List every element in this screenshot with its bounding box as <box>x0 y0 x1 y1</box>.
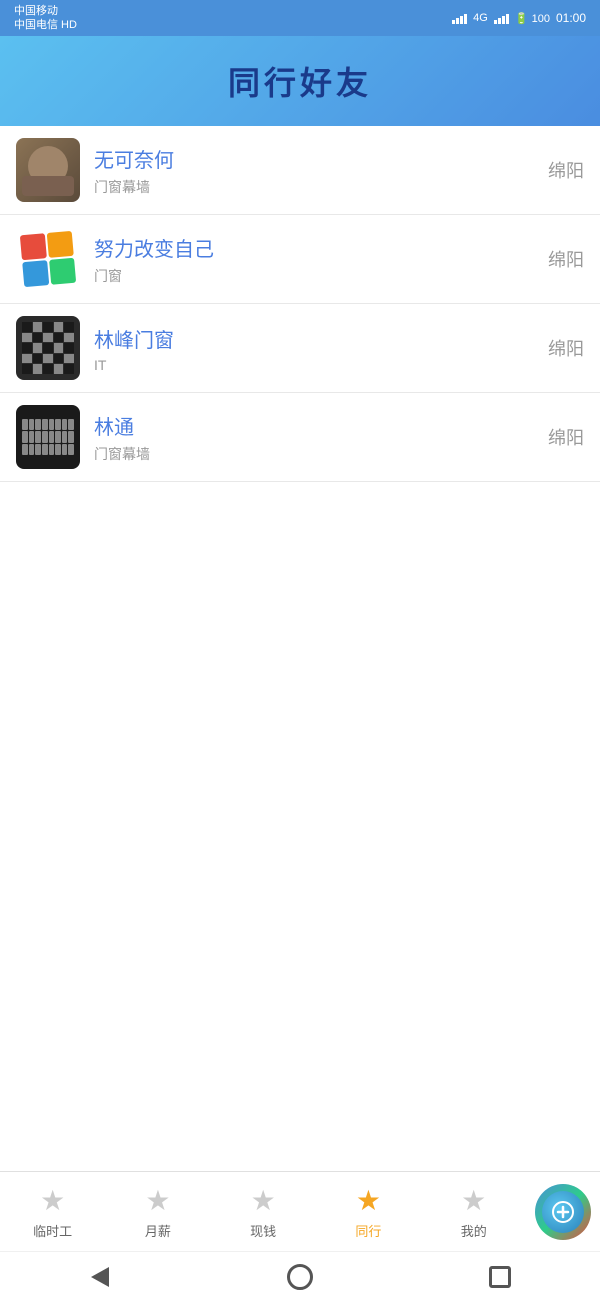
friend-tag: 门窗 <box>94 266 548 286</box>
avatar <box>16 405 80 469</box>
nav-label: 临时工 <box>33 1221 72 1240</box>
avatar <box>16 138 80 202</box>
friend-location: 绵阳 <box>548 157 584 183</box>
friend-location: 绵阳 <box>548 246 584 272</box>
nav-label: 我的 <box>461 1221 487 1240</box>
friend-location: 绵阳 <box>548 424 584 450</box>
system-nav-bar <box>0 1251 600 1301</box>
friend-list: 无可奈何 门窗幕墙 绵阳 努力改变自己 门窗 绵阳 <box>0 126 600 482</box>
nav-label: 同行 <box>355 1221 381 1240</box>
nav-item-linsigong[interactable]: ★ 临时工 <box>0 1176 105 1248</box>
time-display: 01:00 <box>556 11 586 25</box>
recents-button[interactable] <box>485 1262 515 1292</box>
nav-item-special[interactable] <box>526 1176 600 1248</box>
friend-tag: 门窗幕墙 <box>94 444 548 464</box>
content-area: 无可奈何 门窗幕墙 绵阳 努力改变自己 门窗 绵阳 <box>0 126 600 1171</box>
friend-tag: 门窗幕墙 <box>94 177 548 197</box>
avatar <box>16 316 80 380</box>
star-icon: ★ <box>251 1184 276 1217</box>
avatar <box>16 227 80 291</box>
keyboard-icon <box>22 419 74 455</box>
bottom-nav: ★ 临时工 ★ 月薪 ★ 现钱 ★ 同行 ★ 我的 <box>0 1171 600 1251</box>
carrier2-label: 中国电信 HD <box>14 18 77 32</box>
recents-icon <box>489 1266 511 1288</box>
rubik-icon <box>20 231 76 287</box>
status-right: 4G 🔋 100 01:00 <box>452 11 586 25</box>
status-bar: 中国移动 中国电信 HD 4G 🔋 100 01:00 <box>0 0 600 36</box>
plus-icon <box>551 1200 575 1224</box>
star-icon: ★ <box>145 1184 170 1217</box>
network-type: 4G <box>473 12 488 24</box>
nav-label: 现钱 <box>250 1221 276 1240</box>
signal2-icon <box>494 12 509 24</box>
nav-item-wode[interactable]: ★ 我的 <box>421 1176 526 1248</box>
friend-info: 林通 门窗幕墙 <box>94 411 548 464</box>
nav-item-yuexin[interactable]: ★ 月薪 <box>105 1176 210 1248</box>
friend-info: 努力改变自己 门窗 <box>94 233 548 286</box>
page-header: 同行好友 <box>0 36 600 126</box>
friend-name: 无可奈何 <box>94 144 548 173</box>
friend-name: 林峰门窗 <box>94 324 548 353</box>
nav-label: 月薪 <box>145 1221 171 1240</box>
friend-info: 林峰门窗 IT <box>94 324 548 373</box>
friend-info: 无可奈何 门窗幕墙 <box>94 144 548 197</box>
home-icon <box>287 1264 313 1290</box>
battery-icon: 🔋 100 <box>515 12 550 25</box>
list-item[interactable]: 林峰门窗 IT 绵阳 <box>0 304 600 393</box>
nav-item-tonghang[interactable]: ★ 同行 <box>316 1176 421 1248</box>
star-icon: ★ <box>461 1184 486 1217</box>
friend-tag: IT <box>94 357 548 373</box>
signal-icon <box>452 12 467 24</box>
back-icon <box>91 1267 109 1287</box>
list-item[interactable]: 努力改变自己 门窗 绵阳 <box>0 215 600 304</box>
grid-icon <box>22 322 74 374</box>
star-icon: ★ <box>40 1184 65 1217</box>
back-button[interactable] <box>85 1262 115 1292</box>
list-item[interactable]: 无可奈何 门窗幕墙 绵阳 <box>0 126 600 215</box>
friend-name: 林通 <box>94 411 548 440</box>
nav-item-xianjin[interactable]: ★ 现钱 <box>211 1176 316 1248</box>
page-title: 同行好友 <box>228 58 372 104</box>
star-icon-active: ★ <box>356 1184 381 1217</box>
special-button[interactable] <box>535 1184 591 1240</box>
carrier1-label: 中国移动 <box>14 4 77 18</box>
friend-name: 努力改变自己 <box>94 233 548 262</box>
list-item[interactable]: 林通 门窗幕墙 绵阳 <box>0 393 600 482</box>
special-button-inner <box>542 1191 584 1233</box>
home-button[interactable] <box>285 1262 315 1292</box>
carrier-info: 中国移动 中国电信 HD <box>14 4 77 33</box>
friend-location: 绵阳 <box>548 335 584 361</box>
